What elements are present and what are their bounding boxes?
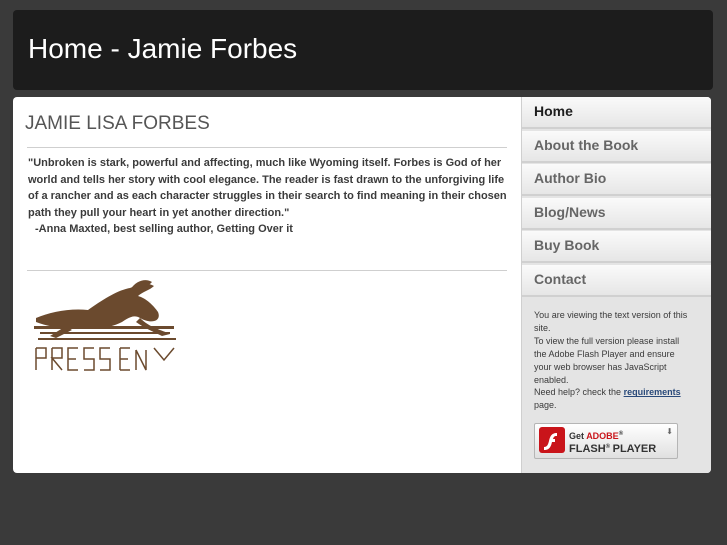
flash-notice: You are viewing the text version of this… [534, 309, 694, 412]
nav-item-label: Home [534, 103, 573, 119]
quote-text: "Unbroken is stark, powerful and affecti… [28, 157, 507, 219]
review-quote: "Unbroken is stark, powerful and affecti… [28, 155, 510, 238]
quote-attribution: -Anna Maxted, best selling author, Getti… [35, 223, 293, 236]
flash-get-text: Get [569, 431, 585, 441]
nav-item-about-the-book[interactable]: About the Book [522, 130, 711, 163]
nav-item-home[interactable]: Home [522, 97, 711, 129]
page-footer [0, 485, 727, 545]
requirements-link[interactable]: requirements [624, 387, 681, 397]
press-logo [30, 278, 176, 378]
horse-logo-icon [34, 280, 176, 371]
bottom-divider [27, 270, 507, 271]
site-header: Home - Jamie Forbes [13, 10, 713, 90]
flash-icon [539, 427, 565, 453]
page-title: Home - Jamie Forbes [28, 33, 298, 64]
text-version-notice: You are viewing the text version of this… [534, 310, 688, 333]
flash-product-text: FLASH [569, 443, 606, 455]
top-divider [27, 147, 507, 148]
nav-item-contact[interactable]: Contact [522, 264, 711, 297]
help-suffix: page. [534, 400, 557, 411]
nav-item-label: Author Bio [534, 170, 607, 187]
help-prefix: Need help? check the [534, 387, 622, 398]
install-flash-notice: To view the full version please install … [534, 335, 680, 385]
nav-item-label: Contact [534, 270, 587, 287]
flash-player-text: PLAYER [612, 443, 657, 455]
nav-item-label: Buy Book [534, 237, 600, 254]
get-flash-player-button[interactable]: Get ADOBE® FLASH® PLAYER ⬇ [534, 423, 678, 459]
sidebar: Home About the Book Author Bio Blog/News… [521, 97, 711, 473]
content-panel: JAMIE LISA FORBES "Unbroken is stark, po… [13, 97, 711, 473]
adobe-brand-text: ADOBE [586, 431, 619, 441]
download-arrow-icon: ⬇ [666, 427, 673, 436]
nav-item-buy-book[interactable]: Buy Book [522, 231, 711, 264]
flash-f-icon [544, 433, 557, 450]
main-content: JAMIE LISA FORBES "Unbroken is stark, po… [13, 97, 521, 473]
nav-item-author-bio[interactable]: Author Bio [522, 164, 711, 197]
nav-item-blog-news[interactable]: Blog/News [522, 197, 711, 230]
author-name-heading: JAMIE LISA FORBES [25, 113, 210, 134]
nav-item-label: About the Book [534, 136, 639, 153]
flash-badge-label: Get ADOBE® FLASH® PLAYER [569, 431, 657, 455]
nav-item-label: Blog/News [534, 203, 606, 220]
